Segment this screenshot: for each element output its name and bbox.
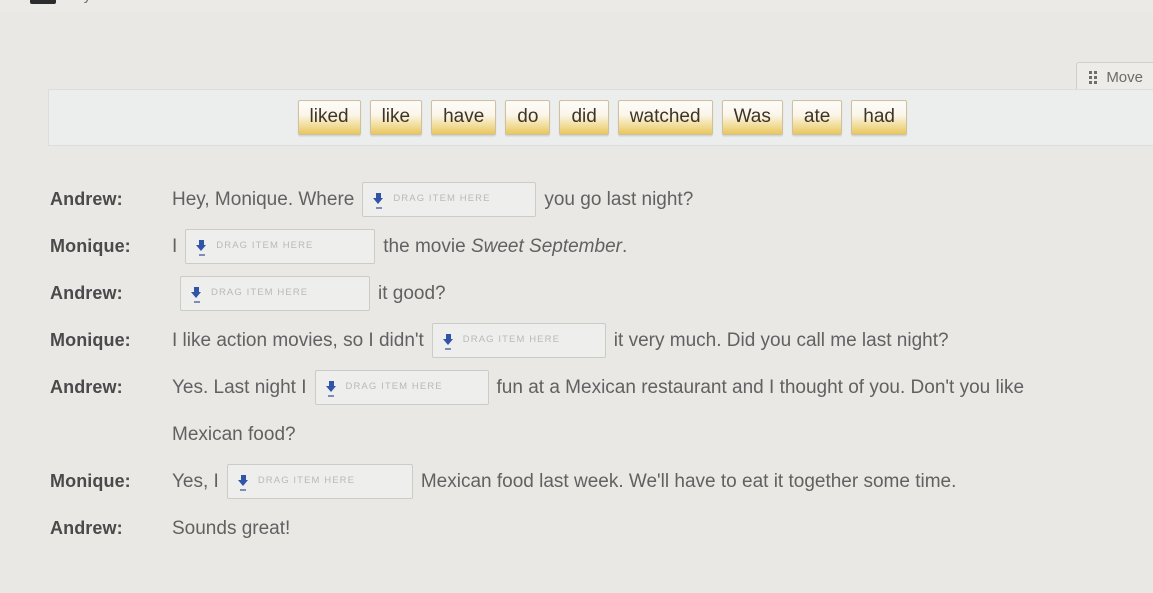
dialogue-line: Monique: I like action movies, so I didn'… bbox=[0, 321, 1153, 368]
dialogue-line: Andrew: DRAG ITEM HERE it good? bbox=[0, 274, 1153, 321]
down-arrow-icon bbox=[442, 333, 454, 350]
utterance: I DRAG ITEM HERE the movie Sweet September… bbox=[172, 227, 1153, 265]
speaker-label: Andrew: bbox=[50, 189, 123, 209]
utterance: DRAG ITEM HERE it good? bbox=[172, 274, 1153, 312]
word-chip[interactable]: watched bbox=[617, 99, 713, 136]
word-bank-panel[interactable]: liked like have do did watched Was ate had bbox=[48, 89, 1153, 146]
utterance-text: the movie bbox=[383, 236, 471, 257]
word-chip[interactable]: had bbox=[851, 99, 907, 136]
speaker-label: Monique: bbox=[50, 330, 131, 350]
speaker-label: Andrew: bbox=[50, 377, 123, 397]
utterance-text: Yes. Last night I bbox=[172, 377, 307, 398]
utterance-text: fun at a Mexican restaurant and I though… bbox=[496, 377, 1025, 398]
utterance-text: I like action movies, so I didn't bbox=[172, 330, 424, 351]
word-chip[interactable]: ate bbox=[791, 99, 843, 136]
utterance: Yes. Last night I DRAG ITEM HERE fun at a … bbox=[172, 368, 1153, 406]
chevron-down-icon[interactable]: ▾ bbox=[223, 0, 228, 1]
drop-zone[interactable]: DRAG ITEM HERE bbox=[431, 323, 606, 359]
speaker-label: Monique: bbox=[50, 236, 131, 256]
utterance-text: I bbox=[172, 236, 178, 257]
drop-zone-placeholder: DRAG ITEM HERE bbox=[345, 381, 443, 393]
utterance-title-text: Sweet September bbox=[470, 236, 622, 257]
keyboard-icon bbox=[30, 0, 56, 4]
utterance-text: Yes, I bbox=[172, 471, 219, 492]
dialogue-line: Monique: Yes, I DRAG ITEM HERE Mexican food… bbox=[0, 462, 1153, 509]
drop-zone[interactable]: DRAG ITEM HERE bbox=[362, 182, 537, 218]
utterance-text: it good? bbox=[378, 283, 446, 304]
drop-zone-placeholder: DRAG ITEM HERE bbox=[211, 287, 309, 299]
speaker-label: Andrew: bbox=[50, 283, 123, 303]
dialogue-line: Andrew: Sounds great! bbox=[0, 509, 1153, 556]
dialogue-line: Andrew: Hey, Monique. Where DRAG ITEM HERE… bbox=[0, 180, 1153, 227]
down-arrow-icon bbox=[373, 192, 384, 209]
dialogue-line: Monique: I DRAG ITEM HERE the movie Sweet S… bbox=[0, 227, 1153, 274]
down-arrow-icon bbox=[325, 380, 337, 397]
word-chip[interactable]: liked bbox=[297, 99, 361, 136]
drop-zone[interactable]: DRAG ITEM HERE bbox=[314, 370, 489, 406]
utterance-text: it very much. Did you call me last night… bbox=[613, 330, 949, 351]
word-bank-chip-list: liked like have do did watched Was ate had bbox=[297, 99, 907, 136]
speaker-label: Andrew: bbox=[50, 518, 123, 538]
top-toolbar: Keyboard Instructions ▾ bbox=[0, 0, 1153, 12]
utterance: Sounds great! bbox=[172, 509, 1153, 547]
drop-zone-placeholder: DRAG ITEM HERE bbox=[393, 193, 491, 205]
word-chip[interactable]: did bbox=[559, 99, 609, 136]
keyboard-instructions-label[interactable]: Keyboard Instructions bbox=[65, 0, 214, 4]
dialogue-line: Andrew: Yes. Last night I DRAG ITEM HERE fu… bbox=[0, 368, 1153, 415]
utterance: Mexican food? bbox=[172, 415, 1153, 453]
drop-zone[interactable]: DRAG ITEM HERE bbox=[185, 229, 376, 265]
dialogue-line: Mexican food? bbox=[0, 415, 1153, 462]
utterance: Hey, Monique. Where DRAG ITEM HERE you go … bbox=[172, 180, 1153, 218]
down-arrow-icon bbox=[191, 286, 202, 303]
utterance: I like action movies, so I didn't DRAG IT… bbox=[172, 321, 1153, 359]
word-chip[interactable]: like bbox=[369, 99, 423, 136]
utterance-text: Mexican food last week. We'll have to ea… bbox=[420, 471, 957, 492]
utterance-text: . bbox=[621, 236, 628, 257]
utterance: Yes, I DRAG ITEM HERE Mexican food last we… bbox=[172, 462, 1153, 500]
utterance-text: Hey, Monique. Where bbox=[172, 189, 355, 210]
move-tab[interactable]: Move bbox=[1076, 62, 1153, 91]
word-chip[interactable]: have bbox=[431, 99, 497, 136]
down-arrow-icon bbox=[196, 239, 207, 256]
word-chip[interactable]: Was bbox=[721, 99, 783, 136]
dialogue-container: Andrew: Hey, Monique. Where DRAG ITEM HERE… bbox=[0, 180, 1153, 556]
utterance-text: you go last night? bbox=[544, 189, 694, 210]
drop-zone-placeholder: DRAG ITEM HERE bbox=[257, 475, 356, 487]
drop-zone-placeholder: DRAG ITEM HERE bbox=[216, 240, 314, 252]
utterance-text: Sounds great! bbox=[172, 518, 291, 539]
speaker-label: Monique: bbox=[50, 471, 131, 491]
utterance-text: Mexican food? bbox=[172, 424, 296, 445]
move-tab-label: Move bbox=[1106, 68, 1143, 86]
drop-zone[interactable]: DRAG ITEM HERE bbox=[226, 464, 413, 500]
drop-zone-placeholder: DRAG ITEM HERE bbox=[462, 334, 561, 346]
drop-zone[interactable]: DRAG ITEM HERE bbox=[180, 276, 370, 312]
drag-handle-icon bbox=[1089, 70, 1098, 84]
word-chip[interactable]: do bbox=[505, 99, 551, 136]
down-arrow-icon bbox=[237, 474, 249, 491]
